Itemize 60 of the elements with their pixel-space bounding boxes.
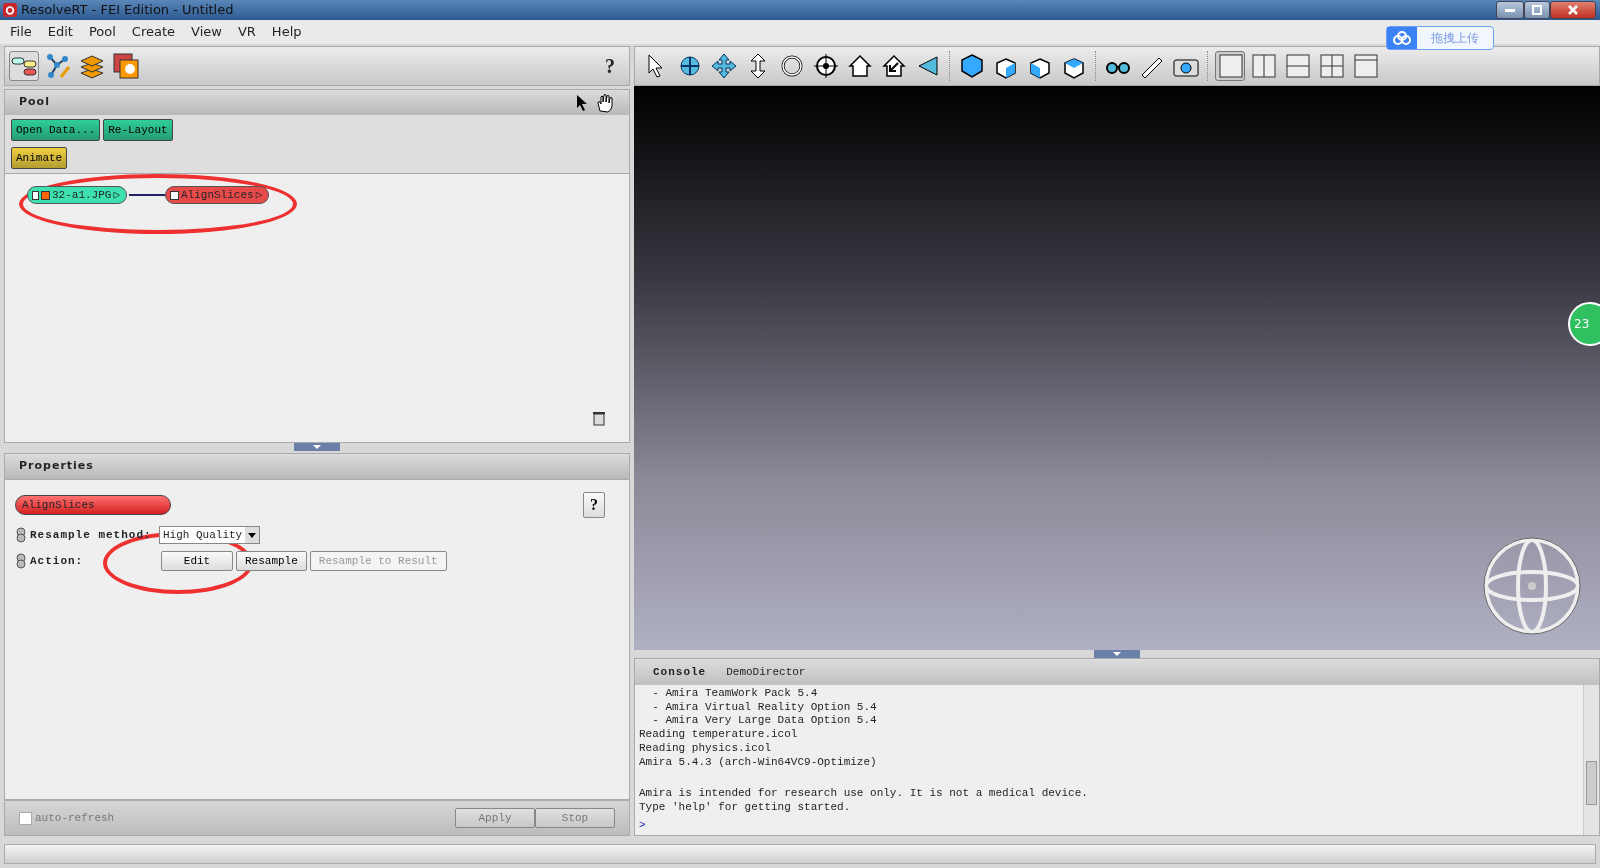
console-tab[interactable]: DemoDirector bbox=[716, 663, 816, 681]
output-port[interactable]: ▷ bbox=[113, 186, 121, 204]
console-output: - Amira TeamWork Pack 5.4 - Amira Virtual Reality Option 5.4 - Amira Very Large Data Option 5.4 Reading temperature.icol Reading physics.icol Amira 5.4.3 (arch-Win64VC9-Optimize) bbox=[638, 686, 878, 770]
close-button[interactable] bbox=[1550, 1, 1596, 19]
module-label[interactable]: AlignSlices bbox=[15, 495, 171, 515]
orientation-sphere-icon bbox=[1482, 536, 1582, 636]
output-port[interactable]: ▷ bbox=[255, 186, 263, 204]
pan-icon[interactable] bbox=[709, 51, 739, 81]
pointer-icon[interactable] bbox=[575, 93, 589, 112]
checkbox[interactable] bbox=[19, 811, 32, 825]
window-title: ResolveRT - FEI Edition - Untitled bbox=[21, 1, 234, 20]
caret-icon bbox=[245, 527, 260, 543]
app-logo-icon bbox=[3, 3, 17, 17]
module-node[interactable]: AlignSlices ▷ bbox=[165, 186, 270, 204]
action-button[interactable]: Edit bbox=[161, 550, 233, 572]
target-icon[interactable] bbox=[811, 51, 841, 81]
parameter-label: Resample method: bbox=[30, 527, 153, 543]
restore-icon bbox=[1532, 5, 1542, 15]
dropdown[interactable]: High Quality bbox=[159, 526, 261, 544]
menu-item[interactable]: Help bbox=[265, 22, 308, 42]
node-label: AlignSlices bbox=[181, 187, 254, 203]
node-label: 32-a1.JPG bbox=[52, 187, 112, 203]
header-view-icon[interactable] bbox=[1351, 51, 1381, 81]
menu-item[interactable]: File bbox=[4, 22, 38, 42]
help-button[interactable]: ? bbox=[605, 51, 615, 81]
action-button[interactable]: Resample bbox=[236, 550, 307, 572]
menu-item[interactable]: Create bbox=[125, 22, 182, 42]
hand-icon[interactable] bbox=[595, 92, 615, 113]
restore-button[interactable] bbox=[1524, 1, 1550, 19]
connection-line bbox=[129, 194, 165, 196]
panel-title: Pool bbox=[19, 94, 50, 111]
menu-item[interactable]: VR bbox=[231, 22, 262, 42]
splitter-handle[interactable] bbox=[1094, 650, 1140, 658]
menu-item[interactable]: Pool bbox=[82, 22, 122, 42]
menu-item[interactable]: View bbox=[185, 22, 228, 42]
checkbox-label: auto-refresh bbox=[35, 810, 115, 826]
splitter-handle[interactable] bbox=[294, 443, 340, 451]
parameter-label: Action: bbox=[30, 553, 85, 569]
panel-title: Properties bbox=[19, 458, 94, 475]
pin-icon[interactable] bbox=[15, 553, 27, 569]
single-view-icon[interactable] bbox=[1215, 51, 1245, 81]
pin-icon[interactable] bbox=[15, 527, 27, 543]
data-node[interactable]: 32-a1.JPG ▷ bbox=[27, 186, 128, 204]
minimize-icon bbox=[1505, 8, 1515, 12]
close-icon bbox=[1568, 5, 1578, 15]
trash-icon[interactable] bbox=[591, 410, 607, 426]
pool-button[interactable]: Re-Layout bbox=[103, 119, 173, 141]
console-prompt[interactable]: > bbox=[635, 816, 1583, 835]
scrollbar[interactable] bbox=[1583, 685, 1599, 835]
pool-button[interactable]: Animate bbox=[11, 147, 68, 169]
console-tab[interactable]: Console bbox=[643, 663, 717, 681]
pool-button[interactable]: Open Data... bbox=[11, 119, 101, 141]
minimize-button[interactable] bbox=[1496, 1, 1524, 19]
two-column-view-icon[interactable] bbox=[1249, 51, 1279, 81]
pool-view-icon[interactable] bbox=[9, 51, 39, 81]
four-view-icon[interactable] bbox=[1317, 51, 1347, 81]
two-row-view-icon[interactable] bbox=[1283, 51, 1313, 81]
console-output: Amira is intended for research use only. It is not a medical device. Type 'help' for getting started. bbox=[638, 785, 1089, 815]
menu-item[interactable]: Edit bbox=[41, 22, 79, 42]
help-button[interactable]: ? bbox=[583, 492, 605, 518]
